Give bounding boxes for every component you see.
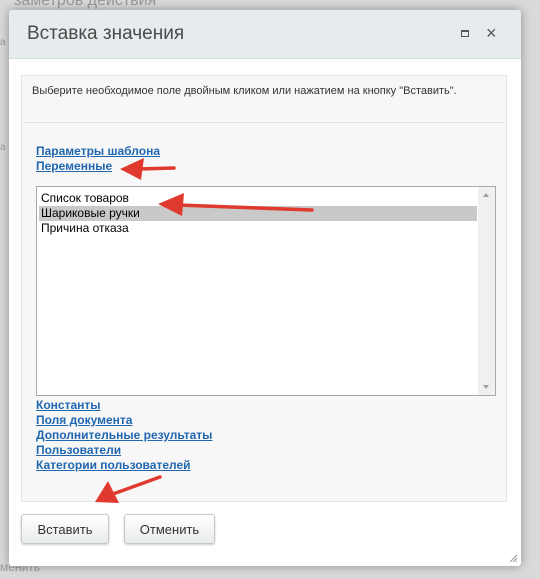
maximize-icon	[461, 30, 469, 37]
instruction-text: Выберите необходимое поле двойным кликом…	[32, 85, 457, 97]
divider	[22, 122, 506, 123]
dialog-content: Выберите необходимое поле двойным кликом…	[21, 75, 507, 502]
link-constants[interactable]: Константы	[36, 398, 101, 412]
background-heading: заметров действия	[14, 0, 157, 9]
close-button[interactable]: ×	[483, 23, 501, 43]
insert-button[interactable]: Вставить	[21, 514, 109, 544]
scroll-down-icon[interactable]	[483, 385, 489, 389]
scroll-up-icon[interactable]	[483, 193, 489, 197]
link-variables[interactable]: Переменные	[36, 159, 112, 173]
dialog-title: Вставка значения	[27, 23, 185, 44]
list-item[interactable]: Список товаров	[39, 191, 477, 206]
link-user-categories[interactable]: Категории пользователей	[36, 458, 191, 472]
link-additional-results[interactable]: Дополнительные результаты	[36, 428, 212, 442]
background-fragment: а	[0, 37, 6, 48]
list-item[interactable]: Причина отказа	[39, 221, 477, 236]
dialog-footer: Вставить Отменить	[9, 506, 521, 566]
dialog-title-bar[interactable]: Вставка значения ×	[9, 10, 521, 59]
link-template-parameters[interactable]: Параметры шаблона	[36, 144, 160, 158]
listbox-scrollbar[interactable]	[478, 187, 495, 395]
link-users[interactable]: Пользователи	[36, 443, 121, 457]
link-document-fields[interactable]: Поля документа	[36, 413, 132, 427]
close-icon: ×	[486, 23, 497, 43]
cancel-button[interactable]: Отменить	[124, 514, 215, 544]
insert-value-dialog: Вставка значения × Выберите необходимое …	[9, 10, 521, 566]
variables-listbox[interactable]: Список товаров Шариковые ручки Причина о…	[36, 186, 496, 396]
resize-grip-icon[interactable]	[508, 553, 518, 563]
list-item-selected[interactable]: Шариковые ручки	[39, 206, 477, 221]
background-fragment: а	[0, 142, 6, 153]
maximize-button[interactable]	[457, 24, 475, 42]
